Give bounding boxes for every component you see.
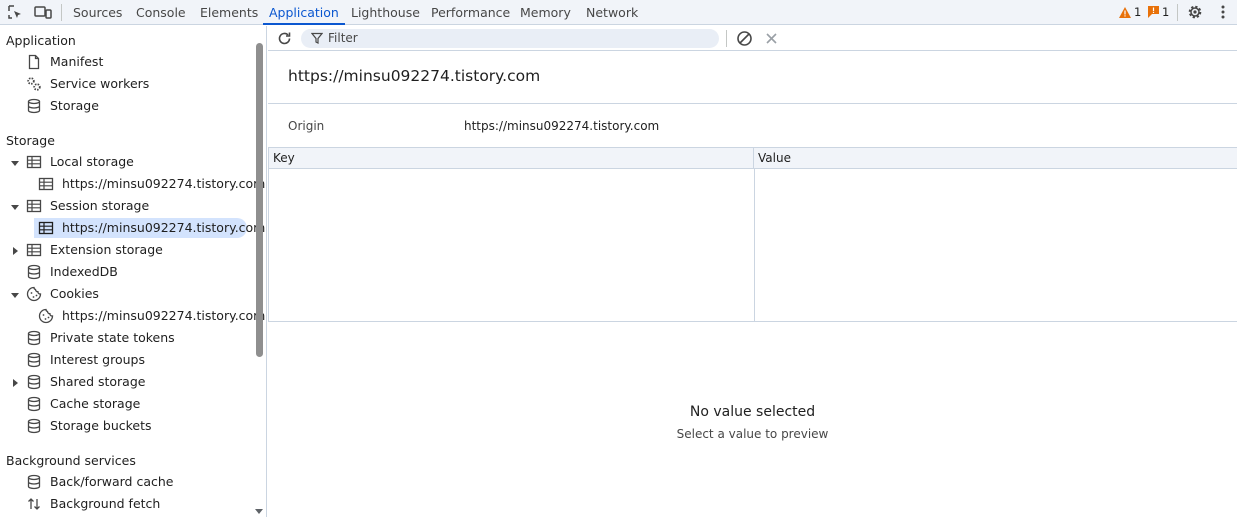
column-divider: [754, 169, 755, 321]
toolbar-divider: [61, 4, 62, 21]
sidebar-item-label: Manifest: [50, 54, 104, 69]
sidebar-item-label: Session storage: [50, 198, 150, 213]
delete-selected-icon[interactable]: [763, 30, 780, 47]
sidebar-item-label: Interest groups: [50, 352, 145, 367]
sidebar-item-label: https://minsu092274.tistory.com: [62, 176, 266, 191]
issues-badge[interactable]: 1: [1148, 5, 1169, 20]
sidebar-item-label: Back/forward cache: [50, 474, 174, 489]
key-value-table[interactable]: Key Value: [268, 147, 1237, 322]
expand-caret-right-icon[interactable]: [10, 377, 20, 387]
table-icon: [26, 242, 42, 258]
database-icon: [26, 330, 42, 346]
column-header-key[interactable]: Key: [269, 148, 754, 169]
warning-icon: [1119, 7, 1131, 18]
toolbar-divider: [1177, 4, 1178, 21]
section-heading-storage: Storage: [6, 133, 55, 148]
database-icon: [26, 474, 42, 490]
devtools-tabbar: Sources Console Elements Application Lig…: [0, 0, 1237, 25]
tab-elements[interactable]: Elements: [200, 0, 258, 25]
swap-arrows-icon: [26, 496, 42, 512]
cookie-icon: [38, 308, 54, 324]
scroll-down-arrow-icon[interactable]: [254, 505, 264, 515]
tab-lighthouse[interactable]: Lighthouse: [351, 0, 420, 25]
issues-count: 1: [1162, 5, 1170, 19]
funnel-icon: [310, 32, 324, 44]
tab-console[interactable]: Console: [136, 0, 186, 25]
inspect-element-icon[interactable]: [7, 4, 23, 20]
database-icon: [26, 98, 42, 114]
sidebar-item-label: Cookies: [50, 286, 99, 301]
tab-performance[interactable]: Performance: [431, 0, 510, 25]
tab-application[interactable]: Application: [263, 0, 345, 25]
table-icon: [38, 176, 54, 192]
sidebar-item-label: Background fetch: [50, 496, 161, 511]
storage-view: Filter https://minsu092274.tistory.com O…: [268, 26, 1237, 517]
gears-icon: [26, 76, 42, 92]
table-icon: [26, 198, 42, 214]
page-title: https://minsu092274.tistory.com: [288, 67, 541, 85]
sidebar-item-label: Cache storage: [50, 396, 141, 411]
sidebar-item-label: Private state tokens: [50, 330, 175, 345]
sidebar-item-label: Local storage: [50, 154, 134, 169]
table-icon: [38, 220, 54, 236]
database-icon: [26, 352, 42, 368]
warnings-count: 1: [1134, 5, 1142, 19]
document-icon: [26, 54, 42, 70]
empty-preview-title: No value selected: [689, 404, 816, 420]
database-icon: [26, 396, 42, 412]
database-icon: [26, 418, 42, 434]
expand-caret-down-icon[interactable]: [10, 157, 20, 167]
divider: [268, 103, 1237, 104]
application-sidebar: Application Manifest Service workers Sto…: [0, 26, 267, 517]
section-heading-background-services: Background services: [6, 453, 136, 468]
refresh-icon[interactable]: [276, 30, 293, 47]
sidebar-scrollbar-thumb[interactable]: [256, 43, 263, 357]
table-icon: [26, 154, 42, 170]
empty-preview-subtitle: Select a value to preview: [676, 427, 829, 441]
warnings-badge[interactable]: 1: [1119, 5, 1141, 20]
tab-sources[interactable]: Sources: [73, 0, 122, 25]
column-header-value[interactable]: Value: [754, 148, 1237, 169]
device-toolbar-icon[interactable]: [34, 4, 52, 20]
issue-flag-icon: [1148, 6, 1159, 18]
expand-caret-down-icon[interactable]: [10, 201, 20, 211]
filter-placeholder: Filter: [328, 31, 358, 45]
section-heading-application: Application: [6, 33, 76, 48]
expand-caret-right-icon[interactable]: [10, 245, 20, 255]
filter-input[interactable]: Filter: [301, 29, 719, 48]
sidebar-item-label: Extension storage: [50, 242, 163, 257]
cookie-icon: [26, 286, 42, 302]
settings-gear-icon[interactable]: [1187, 4, 1203, 20]
sidebar-item-session-storage-origin-selected[interactable]: https://minsu092274.tistory.com: [34, 218, 265, 238]
more-options-icon[interactable]: [1215, 4, 1231, 20]
database-icon: [26, 264, 42, 280]
sidebar-item-label: https://minsu092274.tistory.com: [62, 308, 266, 323]
toolbar-divider: [726, 30, 727, 47]
sidebar-item-label: IndexedDB: [50, 264, 118, 279]
database-icon: [26, 374, 42, 390]
tab-network[interactable]: Network: [586, 0, 638, 25]
tab-memory[interactable]: Memory: [520, 0, 571, 25]
sidebar-item-label: https://minsu092274.tistory.com: [62, 220, 266, 235]
sidebar-item-label: Storage buckets: [50, 418, 152, 433]
sidebar-item-label: Service workers: [50, 76, 150, 91]
clear-all-icon[interactable]: [736, 30, 753, 47]
storage-toolbar: Filter: [268, 26, 1237, 51]
sidebar-item-label: Shared storage: [50, 374, 146, 389]
sidebar-item-label: Storage: [50, 98, 99, 113]
origin-label: Origin: [288, 119, 325, 133]
expand-caret-down-icon[interactable]: [10, 289, 20, 299]
origin-value: https://minsu092274.tistory.com: [464, 119, 660, 133]
